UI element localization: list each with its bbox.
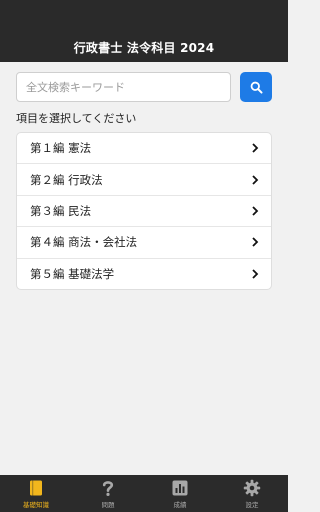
- search-icon: [250, 81, 263, 94]
- list-item-chapter-2[interactable]: 第２編 行政法: [17, 164, 271, 196]
- chevron-right-icon: [252, 269, 259, 279]
- chapter-label: 第２編 行政法: [30, 172, 103, 187]
- page-title: 行政書士 法令科目 2024: [73, 41, 215, 55]
- chevron-right-icon: [252, 143, 259, 153]
- chapter-label: 第３編 民法: [30, 203, 92, 218]
- list-item-chapter-3[interactable]: 第３編 民法: [17, 196, 271, 228]
- section-label: 項目を選択してください: [16, 112, 137, 125]
- tab-label: 基礎知識: [23, 501, 49, 509]
- chevron-right-icon: [252, 206, 259, 216]
- tab-questions[interactable]: 問題: [72, 475, 144, 512]
- chevron-right-icon: [252, 237, 259, 247]
- tab-results[interactable]: 成績: [144, 475, 216, 512]
- chart-icon: [172, 480, 188, 496]
- list-item-chapter-4[interactable]: 第４編 商法・会社法: [17, 227, 271, 259]
- chapter-label: 第４編 商法・会社法: [30, 235, 138, 250]
- tab-settings[interactable]: 設定: [216, 475, 288, 512]
- bottom-tab-bar: 基礎知識 問題 成績 設定: [0, 475, 288, 512]
- tab-basics[interactable]: 基礎知識: [0, 475, 72, 512]
- tab-label: 成績: [173, 501, 187, 509]
- gear-icon: [243, 479, 261, 497]
- question-icon: [102, 481, 114, 496]
- chapter-label: 第１編 憲法: [30, 141, 92, 156]
- chapter-list: 第１編 憲法 第２編 行政法 第３編 民法 第４編 商法・会社法 第５編 基礎法…: [16, 132, 272, 290]
- search-bar: [16, 72, 273, 102]
- tab-label: 設定: [245, 501, 259, 509]
- chevron-right-icon: [252, 174, 259, 185]
- tab-label: 問題: [101, 501, 115, 509]
- list-item-chapter-1[interactable]: 第１編 憲法: [17, 133, 271, 165]
- search-input[interactable]: [16, 72, 231, 102]
- app-header: 行政書士 法令科目 2024: [0, 0, 288, 62]
- list-item-chapter-5[interactable]: 第５編 基礎法学: [17, 259, 271, 289]
- search-button[interactable]: [240, 72, 272, 102]
- chapter-label: 第５編 基礎法学: [30, 267, 115, 282]
- book-icon: [30, 480, 42, 496]
